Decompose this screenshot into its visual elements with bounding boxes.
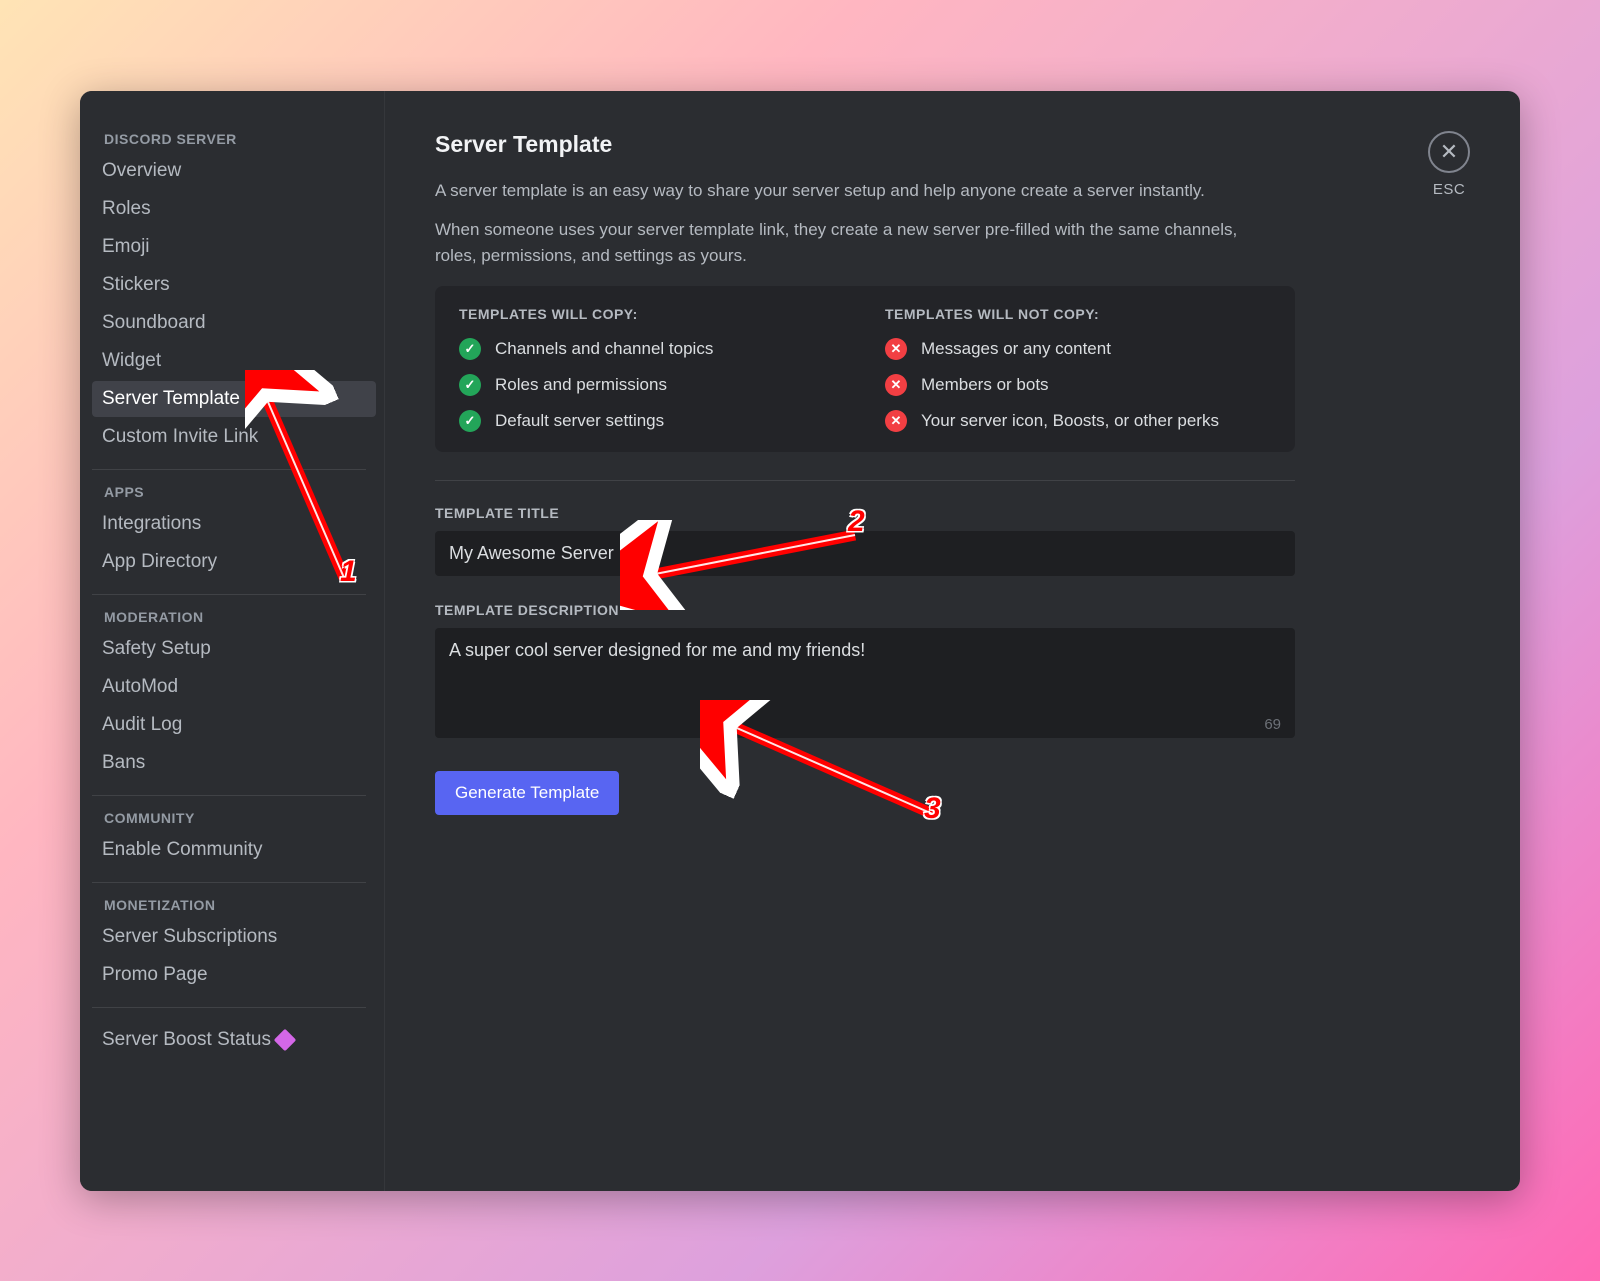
sidebar-divider [92, 469, 366, 470]
sidebar-item-boost-status[interactable]: Server Boost Status [92, 1022, 376, 1058]
wont-copy-row: ✕ Your server icon, Boosts, or other per… [885, 410, 1271, 432]
wont-copy-text: Your server icon, Boosts, or other perks [921, 411, 1219, 431]
template-desc-label: Template Description [435, 602, 1470, 618]
sidebar-item-emoji[interactable]: Emoji [92, 229, 376, 265]
sidebar-header-server: Discord Server [92, 131, 376, 153]
template-title-label: Template Title [435, 505, 1470, 521]
wont-copy-col: Templates will not copy: ✕ Messages or a… [885, 306, 1271, 432]
page-title: Server Template [435, 131, 1470, 158]
sidebar-item-custom-invite[interactable]: Custom Invite Link [92, 419, 376, 455]
sidebar-divider [92, 882, 366, 883]
sidebar-header-monetization: Monetization [92, 897, 376, 919]
wont-copy-heading: Templates will not copy: [885, 306, 1271, 322]
sidebar-item-promo-page[interactable]: Promo Page [92, 957, 376, 993]
sidebar-divider [92, 795, 366, 796]
generate-template-button[interactable]: Generate Template [435, 771, 619, 815]
sidebar-item-roles[interactable]: Roles [92, 191, 376, 227]
wont-copy-text: Messages or any content [921, 339, 1111, 359]
boost-icon [274, 1028, 297, 1051]
sidebar-item-audit-log[interactable]: Audit Log [92, 707, 376, 743]
section-divider [435, 480, 1295, 481]
will-copy-text: Channels and channel topics [495, 339, 713, 359]
will-copy-col: Templates will copy: ✓ Channels and chan… [459, 306, 845, 432]
sidebar-item-label: Server Boost Status [102, 1029, 271, 1051]
sidebar-item-soundboard[interactable]: Soundboard [92, 305, 376, 341]
will-copy-row: ✓ Default server settings [459, 410, 845, 432]
page-desc-2: When someone uses your server template l… [435, 217, 1265, 268]
esc-label: ESC [1428, 181, 1470, 198]
copy-info-panel: Templates will copy: ✓ Channels and chan… [435, 286, 1295, 452]
char-count: 69 [1264, 716, 1281, 733]
settings-modal: Discord Server Overview Roles Emoji Stic… [80, 91, 1520, 1191]
sidebar-item-safety-setup[interactable]: Safety Setup [92, 631, 376, 667]
sidebar-divider [92, 1007, 366, 1008]
will-copy-row: ✓ Roles and permissions [459, 374, 845, 396]
will-copy-text: Default server settings [495, 411, 664, 431]
check-icon: ✓ [459, 374, 481, 396]
x-icon: ✕ [885, 338, 907, 360]
x-icon: ✕ [885, 410, 907, 432]
sidebar-header-apps: Apps [92, 484, 376, 506]
sidebar-header-community: Community [92, 810, 376, 832]
page-desc-1: A server template is an easy way to shar… [435, 178, 1265, 204]
x-icon: ✕ [885, 374, 907, 396]
sidebar-item-enable-community[interactable]: Enable Community [92, 832, 376, 868]
sidebar-item-bans[interactable]: Bans [92, 745, 376, 781]
template-desc-input[interactable] [435, 628, 1295, 738]
will-copy-heading: Templates will copy: [459, 306, 845, 322]
sidebar: Discord Server Overview Roles Emoji Stic… [80, 91, 385, 1191]
template-title-input[interactable] [435, 531, 1295, 576]
content-area: ✕ ESC Server Template A server template … [385, 91, 1520, 1191]
sidebar-item-stickers[interactable]: Stickers [92, 267, 376, 303]
close-button[interactable]: ✕ [1428, 131, 1470, 173]
sidebar-item-integrations[interactable]: Integrations [92, 506, 376, 542]
sidebar-item-automod[interactable]: AutoMod [92, 669, 376, 705]
sidebar-item-overview[interactable]: Overview [92, 153, 376, 189]
sidebar-header-moderation: Moderation [92, 609, 376, 631]
sidebar-item-server-subscriptions[interactable]: Server Subscriptions [92, 919, 376, 955]
sidebar-divider [92, 594, 366, 595]
sidebar-item-server-template[interactable]: Server Template [92, 381, 376, 417]
check-icon: ✓ [459, 338, 481, 360]
wont-copy-text: Members or bots [921, 375, 1049, 395]
will-copy-text: Roles and permissions [495, 375, 667, 395]
wont-copy-row: ✕ Members or bots [885, 374, 1271, 396]
close-column: ✕ ESC [1428, 131, 1470, 198]
will-copy-row: ✓ Channels and channel topics [459, 338, 845, 360]
close-icon: ✕ [1440, 141, 1458, 163]
check-icon: ✓ [459, 410, 481, 432]
wont-copy-row: ✕ Messages or any content [885, 338, 1271, 360]
sidebar-item-widget[interactable]: Widget [92, 343, 376, 379]
sidebar-item-app-directory[interactable]: App Directory [92, 544, 376, 580]
